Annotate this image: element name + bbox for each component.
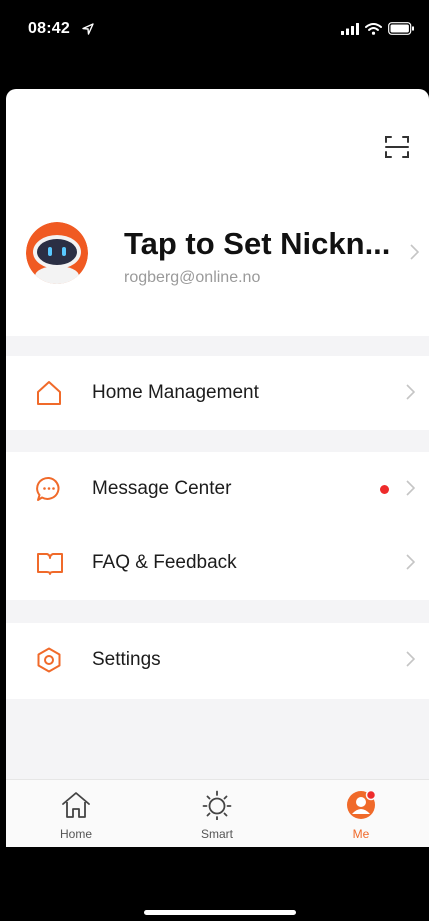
user-profile-icon xyxy=(346,789,377,820)
book-icon xyxy=(36,550,63,576)
status-bar: 08:42 xyxy=(0,0,429,64)
wifi-icon xyxy=(365,22,382,40)
status-time: 08:42 xyxy=(28,20,70,37)
battery-icon xyxy=(388,22,415,40)
home-management-row[interactable]: Home Management xyxy=(6,356,429,430)
home-tab-icon xyxy=(61,790,91,820)
status-indicators xyxy=(341,22,415,40)
chevron-right-icon xyxy=(406,554,416,575)
avatar[interactable] xyxy=(26,222,88,284)
message-center-label: Message Center xyxy=(92,478,232,499)
tab-me-label: Me xyxy=(352,827,370,841)
home-indicator[interactable] xyxy=(144,910,296,915)
message-bubble-icon xyxy=(36,476,62,502)
robot-avatar-icon xyxy=(26,222,88,284)
faq-feedback-row[interactable]: FAQ & Feedback xyxy=(6,526,429,600)
chevron-right-icon xyxy=(406,651,416,672)
tab-bar: Home Smart Me xyxy=(6,779,429,847)
tab-smart[interactable]: Smart xyxy=(172,784,262,846)
message-center-row[interactable]: Message Center xyxy=(6,452,429,526)
tab-smart-label: Smart xyxy=(200,827,233,841)
email-label: rogberg@online.no xyxy=(124,269,261,286)
signal-icon xyxy=(341,22,359,40)
me-page: Tap to Set Nickn... rogberg@online.no Ho… xyxy=(6,89,429,847)
home-management-label: Home Management xyxy=(92,382,259,403)
tab-home[interactable]: Home xyxy=(31,784,121,846)
tab-me[interactable]: Me xyxy=(316,784,406,846)
section-divider xyxy=(6,600,429,623)
unread-dot xyxy=(380,485,389,494)
scan-icon xyxy=(385,136,409,158)
chevron-right-icon xyxy=(406,384,416,405)
settings-label: Settings xyxy=(92,649,161,670)
profile-header[interactable]: Tap to Set Nickn... rogberg@online.no xyxy=(26,214,421,294)
phone-screen: 08:42 Tap to Set Nickn... rogberg@online… xyxy=(0,0,429,921)
chevron-right-icon xyxy=(406,480,416,501)
scan-button[interactable] xyxy=(383,133,411,161)
sun-icon xyxy=(202,790,232,821)
section-divider xyxy=(6,336,429,356)
settings-row[interactable]: Settings xyxy=(6,623,429,697)
faq-feedback-label: FAQ & Feedback xyxy=(92,552,237,573)
house-icon xyxy=(36,380,62,406)
nickname-label[interactable]: Tap to Set Nickn... xyxy=(124,226,390,262)
chevron-right-icon xyxy=(410,244,420,265)
empty-area xyxy=(6,699,429,779)
hexagon-settings-icon xyxy=(36,647,62,673)
section-divider xyxy=(6,430,429,452)
location-arrow-icon xyxy=(82,22,94,40)
tab-home-label: Home xyxy=(59,827,92,841)
